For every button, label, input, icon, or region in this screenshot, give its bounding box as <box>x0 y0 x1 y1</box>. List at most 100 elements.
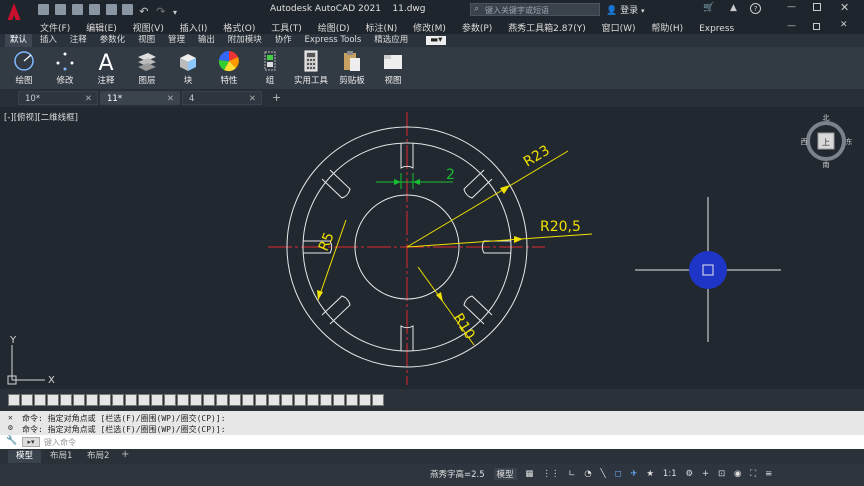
tool-icon[interactable] <box>346 394 358 406</box>
tool-icon[interactable] <box>177 394 189 406</box>
tool-icon[interactable] <box>21 394 33 406</box>
help-icon[interactable]: ? <box>750 3 761 14</box>
command-close-icon[interactable]: ✕ <box>8 413 13 422</box>
print-icon[interactable] <box>122 4 134 15</box>
snap-icon[interactable]: ⋮⋮ <box>542 469 559 479</box>
close-tab-icon[interactable]: ✕ <box>85 92 92 106</box>
menu-express[interactable]: Express <box>699 24 734 34</box>
grid-icon[interactable]: ▦ <box>525 469 533 479</box>
isolate-icon[interactable]: ⊡ <box>718 469 725 479</box>
tool-icon[interactable] <box>307 394 319 406</box>
minimize-icon[interactable]: — <box>787 2 796 12</box>
block-button[interactable]: 块 <box>169 47 207 87</box>
tab-view[interactable]: 视图 <box>133 34 160 47</box>
ortho-icon[interactable]: ∟ <box>568 469 575 479</box>
restore-icon[interactable] <box>813 3 821 11</box>
tool-icon[interactable] <box>86 394 98 406</box>
annotation-scale[interactable]: 1:1 <box>663 469 677 479</box>
drawing-canvas[interactable]: [-][俯视][二维线框] 2 R23 R20,5 R5 R10 Y X 北 南… <box>0 107 864 389</box>
isodraft-icon[interactable]: ╲ <box>600 469 605 479</box>
wrench-icon[interactable]: 🔧 <box>6 436 18 448</box>
layout-tab-layout2[interactable]: 布局2 <box>79 450 117 463</box>
open-icon[interactable] <box>54 4 66 15</box>
tool-icon[interactable] <box>359 394 371 406</box>
doc-restore-icon[interactable] <box>813 23 820 30</box>
redo-icon[interactable]: ↷ <box>156 6 167 17</box>
tool-icon[interactable] <box>34 394 46 406</box>
draw-button[interactable]: 绘图 <box>5 47 43 87</box>
tool-icon[interactable] <box>294 394 306 406</box>
tab-annotate[interactable]: 注释 <box>65 34 92 47</box>
osnap-icon[interactable]: ◻ <box>614 469 621 479</box>
tool-icon[interactable] <box>229 394 241 406</box>
add-layout-icon[interactable]: + <box>121 449 129 460</box>
file-tab-4[interactable]: 4 ✕ <box>182 91 262 105</box>
tab-insert[interactable]: 插入 <box>35 34 62 47</box>
search-box[interactable]: ⌕ 键入关键字或短语 <box>470 3 600 16</box>
menu-window[interactable]: 窗口(W) <box>602 21 636 34</box>
tool-icon[interactable] <box>60 394 72 406</box>
menu-format[interactable]: 格式(O) <box>223 21 255 34</box>
tool-icon[interactable] <box>320 394 332 406</box>
a360-icon[interactable]: ▲ <box>730 3 737 13</box>
close-tab-icon[interactable]: ✕ <box>167 92 174 106</box>
add-icon[interactable]: + <box>702 469 709 479</box>
hardware-accel-icon[interactable]: ◉ <box>734 469 741 479</box>
tool-icon[interactable] <box>216 394 228 406</box>
clipboard-button[interactable]: 剪贴板 <box>333 47 371 87</box>
tab-addins[interactable]: 附加模块 <box>223 34 267 47</box>
tool-icon[interactable] <box>47 394 59 406</box>
qa-dropdown-icon[interactable]: ▾ <box>173 7 184 18</box>
menu-view[interactable]: 视图(V) <box>133 21 164 34</box>
tool-icon[interactable] <box>8 394 20 406</box>
tool-icon[interactable] <box>151 394 163 406</box>
menu-help[interactable]: 帮助(H) <box>651 21 683 34</box>
utilities-button[interactable]: 实用工具 <box>292 47 330 87</box>
menu-file[interactable]: 文件(F) <box>40 21 70 34</box>
tab-parametric[interactable]: 参数化 <box>95 34 131 47</box>
tool-icon[interactable] <box>112 394 124 406</box>
close-icon[interactable]: ✕ <box>840 1 849 14</box>
menu-edit[interactable]: 编辑(E) <box>86 21 117 34</box>
layout-tab-model[interactable]: 模型 <box>8 450 42 463</box>
tool-icon[interactable] <box>203 394 215 406</box>
undo-icon[interactable]: ↶ <box>139 6 150 17</box>
polar-icon[interactable]: ◔ <box>584 469 591 479</box>
tool-icon[interactable] <box>268 394 280 406</box>
tool-icon[interactable] <box>138 394 150 406</box>
tab-output[interactable]: 输出 <box>193 34 220 47</box>
web-icon[interactable] <box>105 4 117 15</box>
tool-icon[interactable] <box>99 394 111 406</box>
menu-modify[interactable]: 修改(M) <box>413 21 446 34</box>
tab-default[interactable]: 默认 <box>5 34 33 47</box>
tab-collaborate[interactable]: 协作 <box>270 34 297 47</box>
text-height-status[interactable]: 燕秀字高=2.5 <box>430 468 485 480</box>
model-space-button[interactable]: 模型 <box>493 468 517 480</box>
properties-button[interactable]: 特性 <box>210 47 248 87</box>
customize-icon[interactable]: ≡ <box>765 469 772 479</box>
menu-dimension[interactable]: 标注(N) <box>366 21 398 34</box>
menu-draw[interactable]: 绘图(D) <box>318 21 350 34</box>
annotate-button[interactable]: A 注释 <box>87 47 125 87</box>
menu-yanxiu[interactable]: 燕秀工具箱2.87(Y) <box>508 21 586 34</box>
tool-icon[interactable] <box>333 394 345 406</box>
settings-gear-icon[interactable]: ⚙ <box>685 469 693 479</box>
tool-icon[interactable] <box>372 394 384 406</box>
menu-parametric[interactable]: 参数(P) <box>462 21 492 34</box>
cart-icon[interactable]: 🛒 <box>703 3 714 13</box>
tool-icon[interactable] <box>255 394 267 406</box>
menu-insert[interactable]: 插入(I) <box>180 21 208 34</box>
new-tab-icon[interactable]: + <box>272 91 281 104</box>
new-icon[interactable] <box>38 4 49 15</box>
view-button[interactable]: 视图 <box>374 47 412 87</box>
doc-close-icon[interactable]: ✕ <box>840 20 848 30</box>
close-tab-icon[interactable]: ✕ <box>249 92 256 106</box>
tab-manage[interactable]: 管理 <box>163 34 190 47</box>
command-prompt-icon[interactable]: ▸▾ <box>22 437 40 447</box>
modify-button[interactable]: 修改 <box>46 47 84 87</box>
tool-icon[interactable] <box>281 394 293 406</box>
tab-express-tools[interactable]: Express Tools <box>300 34 367 47</box>
annoscale-icon[interactable]: ★ <box>646 469 654 479</box>
ribbon-toggle-icon[interactable]: ▬▾ <box>426 36 447 45</box>
tool-icon[interactable] <box>190 394 202 406</box>
